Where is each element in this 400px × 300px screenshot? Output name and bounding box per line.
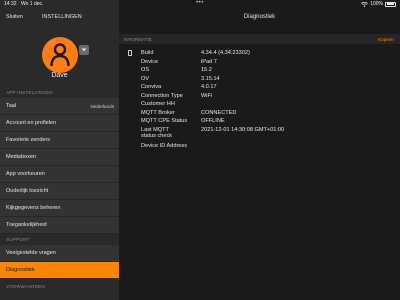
- diag-key: Conviva: [141, 84, 162, 90]
- diag-value: 3.15.14: [201, 75, 220, 82]
- diag-value: 4.0.17: [201, 84, 217, 90]
- sidebar-item-parental-control[interactable]: Ouderlijk toezicht: [0, 183, 119, 200]
- info-section-header: INFORMATIE Kopieer: [119, 34, 400, 44]
- tablet-icon: [128, 50, 132, 56]
- sidebar-item-label: Diagnostiek: [6, 267, 35, 273]
- sidebar-item-label: Taal: [6, 103, 17, 109]
- avatar[interactable]: [42, 37, 78, 73]
- page-title: Diagnostiek: [243, 14, 276, 20]
- diag-key: Connection Type: [141, 92, 183, 99]
- language-value: Nederlands: [90, 103, 115, 109]
- avatar-container[interactable]: [42, 37, 78, 73]
- sidebar-item-label: Favoriete zenders: [6, 137, 51, 143]
- settings-sidebar: Sluiten INSTELLINGEN Dave APP INSTELLING…: [0, 0, 119, 300]
- sidebar-item-app-preferences[interactable]: App voorkeuren: [0, 166, 119, 183]
- diag-value: WiFi: [201, 92, 213, 99]
- sidebar-item-label: Veelgestelde vragen: [6, 250, 56, 256]
- diag-key: Last MQTT status check: [141, 127, 201, 140]
- status-time: 14:32: [4, 1, 17, 7]
- section-label-terms: VOORWAARDEN: [6, 284, 45, 289]
- sidebar-item-diagnostics[interactable]: Diagnostiek: [0, 262, 119, 279]
- diag-key: Device ID Address: [141, 143, 188, 149]
- battery-icon: [385, 1, 396, 7]
- sidebar-item-label: App voorkeuren: [6, 171, 45, 177]
- status-date: Wo 1 dec.: [21, 1, 44, 7]
- diag-key: MQTT CPE Status: [141, 118, 188, 124]
- battery-percentage: 100%: [370, 1, 383, 7]
- section-label-info: INFORMATIE: [124, 37, 152, 42]
- diag-key: Customer HH: [141, 101, 175, 107]
- profile-name: Dave: [51, 72, 68, 79]
- multitasking-dots[interactable]: •••: [196, 0, 204, 6]
- diag-value: CONNECTED: [201, 109, 237, 116]
- sidebar-title: INSTELLINGEN: [42, 14, 82, 20]
- sidebar-item-mediaboxes[interactable]: Mediaboxen: [0, 149, 119, 166]
- sidebar-item-label: Ouderlijk toezicht: [6, 188, 49, 194]
- diag-key: Device: [141, 58, 159, 65]
- diag-key: OV: [141, 75, 150, 82]
- diag-value: iPad 7: [201, 58, 217, 65]
- sidebar-item-label: Account en profielen: [6, 120, 57, 126]
- wifi-icon: [361, 1, 369, 7]
- sidebar-item-label: Toegankelijkheid: [6, 222, 47, 228]
- diag-key: Build: [141, 50, 154, 56]
- diag-value: 15.2: [201, 67, 212, 73]
- close-button[interactable]: Sluiten: [6, 14, 23, 20]
- sidebar-item-viewing-data[interactable]: Kijkgegevens beheren: [0, 200, 119, 217]
- diag-value: OFFLINE: [201, 118, 225, 124]
- diagnostics-panel: Diagnostiek INFORMATIE Kopieer Build 4.3…: [119, 0, 400, 300]
- section-label-support: SUPPORT: [6, 237, 30, 242]
- sidebar-item-language[interactable]: Taal Nederlands: [0, 98, 119, 115]
- user-profile-icon: [50, 43, 70, 67]
- status-bar: 14:32 Wo 1 dec. ••• 100%: [0, 0, 400, 8]
- diag-key-line: status check: [141, 133, 173, 139]
- sidebar-header: Sluiten INSTELLINGEN: [0, 8, 119, 28]
- section-label-app-settings: APP INSTELLINGEN: [6, 90, 53, 95]
- diag-key: MQTT Broker: [141, 109, 175, 116]
- diag-key: OS: [141, 67, 150, 73]
- sidebar-item-accessibility[interactable]: Toegankelijkheid: [0, 217, 119, 234]
- sidebar-item-label: Kijkgegevens beheren: [6, 205, 61, 211]
- diag-key-line: Last MQTT: [141, 126, 169, 133]
- diag-value: 4.34.4 (4.34.23302): [201, 50, 250, 56]
- sidebar-item-favorite-channels[interactable]: Favoriete zenders: [0, 132, 119, 149]
- profile-dropdown-button[interactable]: [79, 45, 89, 55]
- copy-button[interactable]: Kopieer: [378, 37, 394, 42]
- sidebar-item-label: Mediaboxen: [6, 154, 36, 160]
- status-right: 100%: [361, 1, 396, 7]
- sidebar-item-accounts[interactable]: Account en profielen: [0, 115, 119, 132]
- sidebar-item-faq[interactable]: Veelgestelde vragen: [0, 245, 119, 262]
- chevron-down-icon: [81, 48, 87, 52]
- diag-value: 2021-12-01 14:30:08 GMT+01:00: [201, 126, 285, 133]
